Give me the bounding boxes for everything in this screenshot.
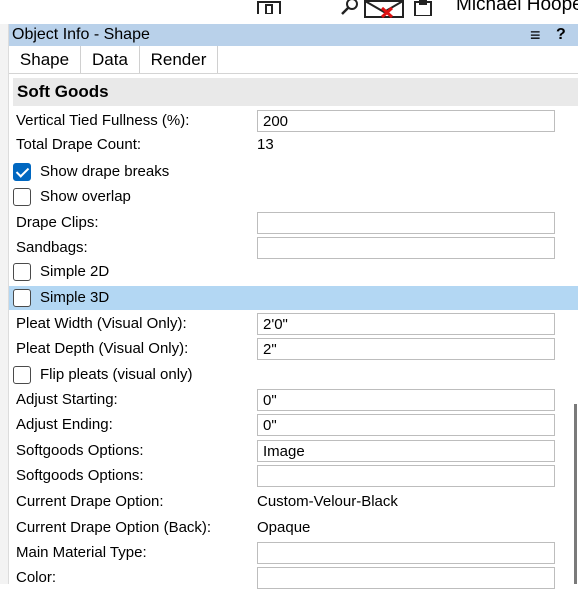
tab-render[interactable]: Render <box>140 46 218 73</box>
checkbox-label[interactable]: Show overlap <box>40 185 131 209</box>
menu-icon[interactable]: ≡ <box>530 24 541 46</box>
tab-bar: Shape Data Render <box>9 46 578 74</box>
field-sandbags: Sandbags: <box>9 236 578 260</box>
field-adjust-ending: Adjust Ending: <box>9 413 578 437</box>
tab-shape[interactable]: Shape <box>9 46 81 73</box>
current-drape-option-back-value: Opaque <box>257 519 311 536</box>
field-main-material-type: Main Material Type: <box>9 541 578 565</box>
pleat-width-input[interactable] <box>257 313 555 335</box>
field-label: Drape Clips: <box>16 214 99 231</box>
object-info-content: Soft Goods Vertical Tied Fullness (%): T… <box>9 74 578 589</box>
field-simple-2d: Simple 2D <box>9 260 578 284</box>
total-drape-count-value: 13 <box>257 136 274 153</box>
current-drape-option-value: Custom-Velour-Black <box>257 493 398 510</box>
home-icon[interactable] <box>256 0 282 14</box>
palette-title: Object Info - Shape <box>12 26 150 43</box>
adjust-ending-input[interactable] <box>257 414 555 436</box>
main-material-type-input[interactable] <box>257 542 555 564</box>
field-label: Total Drape Count: <box>16 136 142 153</box>
adjust-starting-input[interactable] <box>257 389 555 411</box>
field-flip-pleats: Flip pleats (visual only) <box>9 363 578 387</box>
checkbox-label[interactable]: Simple 2D <box>40 260 109 284</box>
field-softgoods-options-2: Softgoods Options: <box>9 464 578 488</box>
field-label: Current Drape Option (Back): <box>16 519 212 536</box>
field-vertical-tied-fullness: Vertical Tied Fullness (%): <box>9 109 578 133</box>
field-softgoods-options-1: Softgoods Options: <box>9 439 578 463</box>
color-input[interactable] <box>257 567 555 589</box>
checkbox-label[interactable]: Show drape breaks <box>40 160 169 184</box>
mail-alert-icon[interactable] <box>364 0 404 18</box>
drape-clips-input[interactable] <box>257 212 555 234</box>
show-overlap-checkbox[interactable] <box>13 188 31 206</box>
vertical-tied-fullness-input[interactable] <box>257 110 555 132</box>
simple-3d-checkbox[interactable] <box>13 289 31 307</box>
clipboard-icon[interactable] <box>414 0 432 16</box>
top-toolbar: Michael Hoope <box>0 0 578 24</box>
field-drape-clips: Drape Clips: <box>9 211 578 235</box>
field-label: Adjust Ending: <box>16 416 113 433</box>
left-dock-edge <box>0 24 9 584</box>
search-icon[interactable] <box>339 0 361 16</box>
field-label: Sandbags: <box>16 239 88 256</box>
section-header[interactable]: Soft Goods <box>13 78 578 106</box>
field-label: Pleat Width (Visual Only): <box>16 315 187 332</box>
checkbox-label[interactable]: Simple 3D <box>40 286 109 310</box>
field-pleat-depth: Pleat Depth (Visual Only): <box>9 337 578 361</box>
softgoods-options-input-2[interactable] <box>257 465 555 487</box>
field-label: Color: <box>16 569 57 586</box>
simple-2d-checkbox[interactable] <box>13 263 31 281</box>
sandbags-input[interactable] <box>257 237 555 259</box>
tab-data[interactable]: Data <box>81 46 140 73</box>
checkbox-label[interactable]: Flip pleats (visual only) <box>40 363 193 387</box>
field-color: Color: <box>9 566 578 590</box>
flip-pleats-checkbox[interactable] <box>13 366 31 384</box>
field-show-overlap: Show overlap <box>9 185 578 209</box>
field-current-drape-option-back: Current Drape Option (Back): Opaque <box>9 516 578 540</box>
field-label: Adjust Starting: <box>16 391 118 408</box>
field-label: Softgoods Options: <box>16 442 144 459</box>
show-drape-breaks-checkbox[interactable] <box>13 163 31 181</box>
softgoods-options-input[interactable] <box>257 440 555 462</box>
user-name[interactable]: Michael Hoope <box>456 0 578 16</box>
section-title: Soft Goods <box>17 82 109 101</box>
field-label: Current Drape Option: <box>16 493 164 510</box>
pleat-depth-input[interactable] <box>257 338 555 360</box>
field-total-drape-count: Total Drape Count: 13 <box>9 133 578 157</box>
help-icon[interactable]: ? <box>556 24 566 46</box>
field-show-drape-breaks: Show drape breaks <box>9 160 578 184</box>
vertical-scrollbar[interactable] <box>574 404 577 584</box>
field-label: Vertical Tied Fullness (%): <box>16 112 190 129</box>
field-simple-3d: Simple 3D <box>9 286 578 310</box>
field-label: Main Material Type: <box>16 544 147 561</box>
field-label: Softgoods Options: <box>16 467 144 484</box>
palette-title-bar[interactable]: Object Info - Shape ≡ ? <box>9 24 578 46</box>
field-pleat-width: Pleat Width (Visual Only): <box>9 312 578 336</box>
field-adjust-starting: Adjust Starting: <box>9 388 578 412</box>
field-current-drape-option: Current Drape Option: Custom-Velour-Blac… <box>9 490 578 514</box>
field-label: Pleat Depth (Visual Only): <box>16 340 189 357</box>
